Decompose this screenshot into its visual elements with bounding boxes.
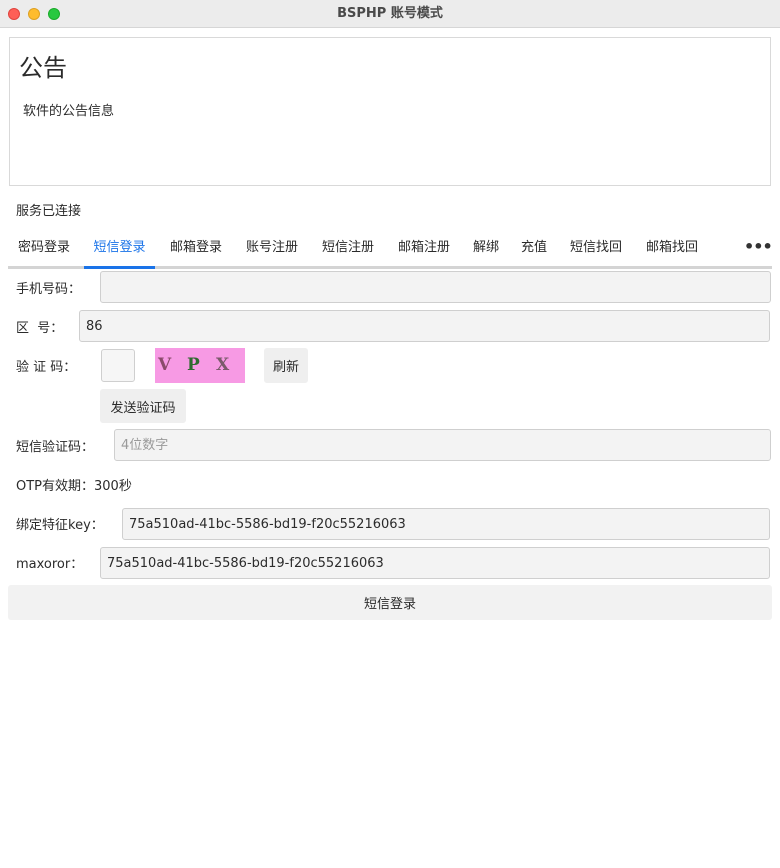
maxoror-input[interactable] [100,547,770,579]
phone-label: 手机号码： [16,282,82,297]
title-bar: BSPHP 账号模式 [0,0,780,28]
captcha-char: V [158,355,172,375]
tab-email-login[interactable]: 邮箱登录 [160,230,232,266]
maxoror-label: maxoror： [16,557,84,572]
service-status: 服务已连接 [16,204,82,219]
sms-code-label: 短信验证码： [16,440,95,455]
tab-unbind[interactable]: 解绑 [466,230,506,266]
tab-sms-recover[interactable]: 短信找回 [560,230,632,266]
notice-text: 软件的公告信息 [23,104,115,119]
ellipsis-icon[interactable]: ••• [744,230,773,266]
tab-sms-login[interactable]: 短信登录 [84,230,155,266]
tab-password-login[interactable]: 密码登录 [8,230,80,266]
binding-key-label: 绑定特征key： [16,518,104,533]
area-code-input[interactable] [79,310,770,342]
app-window: BSPHP 账号模式 公告 软件的公告信息 服务已连接 密码登录 短信登录 邮箱… [0,0,780,868]
send-code-button[interactable]: 发送验证码 [100,389,186,423]
tab-recharge[interactable]: 充值 [514,230,554,266]
refresh-captcha-button[interactable]: 刷新 [264,348,308,383]
phone-input[interactable] [100,271,771,303]
tab-email-register[interactable]: 邮箱注册 [388,230,460,266]
tab-email-recover[interactable]: 邮箱找回 [636,230,708,266]
tab-sms-register[interactable]: 短信注册 [312,230,384,266]
captcha-image[interactable]: V P X [155,348,245,383]
tab-account-register[interactable]: 账号注册 [236,230,308,266]
captcha-char: P [187,355,200,375]
sms-login-button[interactable]: 短信登录 [8,585,772,620]
notice-title: 公告 [19,54,67,82]
active-tab-indicator [84,266,155,269]
sms-code-input[interactable] [114,429,771,461]
window-title: BSPHP 账号模式 [337,6,443,21]
area-code-label: 区 号： [16,321,64,336]
notice-panel: 公告 软件的公告信息 [9,37,771,186]
captcha-label: 验 证 码： [16,360,77,375]
captcha-input[interactable] [101,349,135,382]
binding-key-input[interactable] [122,508,770,540]
tab-bar: 密码登录 短信登录 邮箱登录 账号注册 短信注册 邮箱注册 解绑 充值 短信找回… [8,230,773,270]
otp-validity-text: OTP有效期：300秒 [16,479,132,494]
captcha-char: X [216,355,230,375]
